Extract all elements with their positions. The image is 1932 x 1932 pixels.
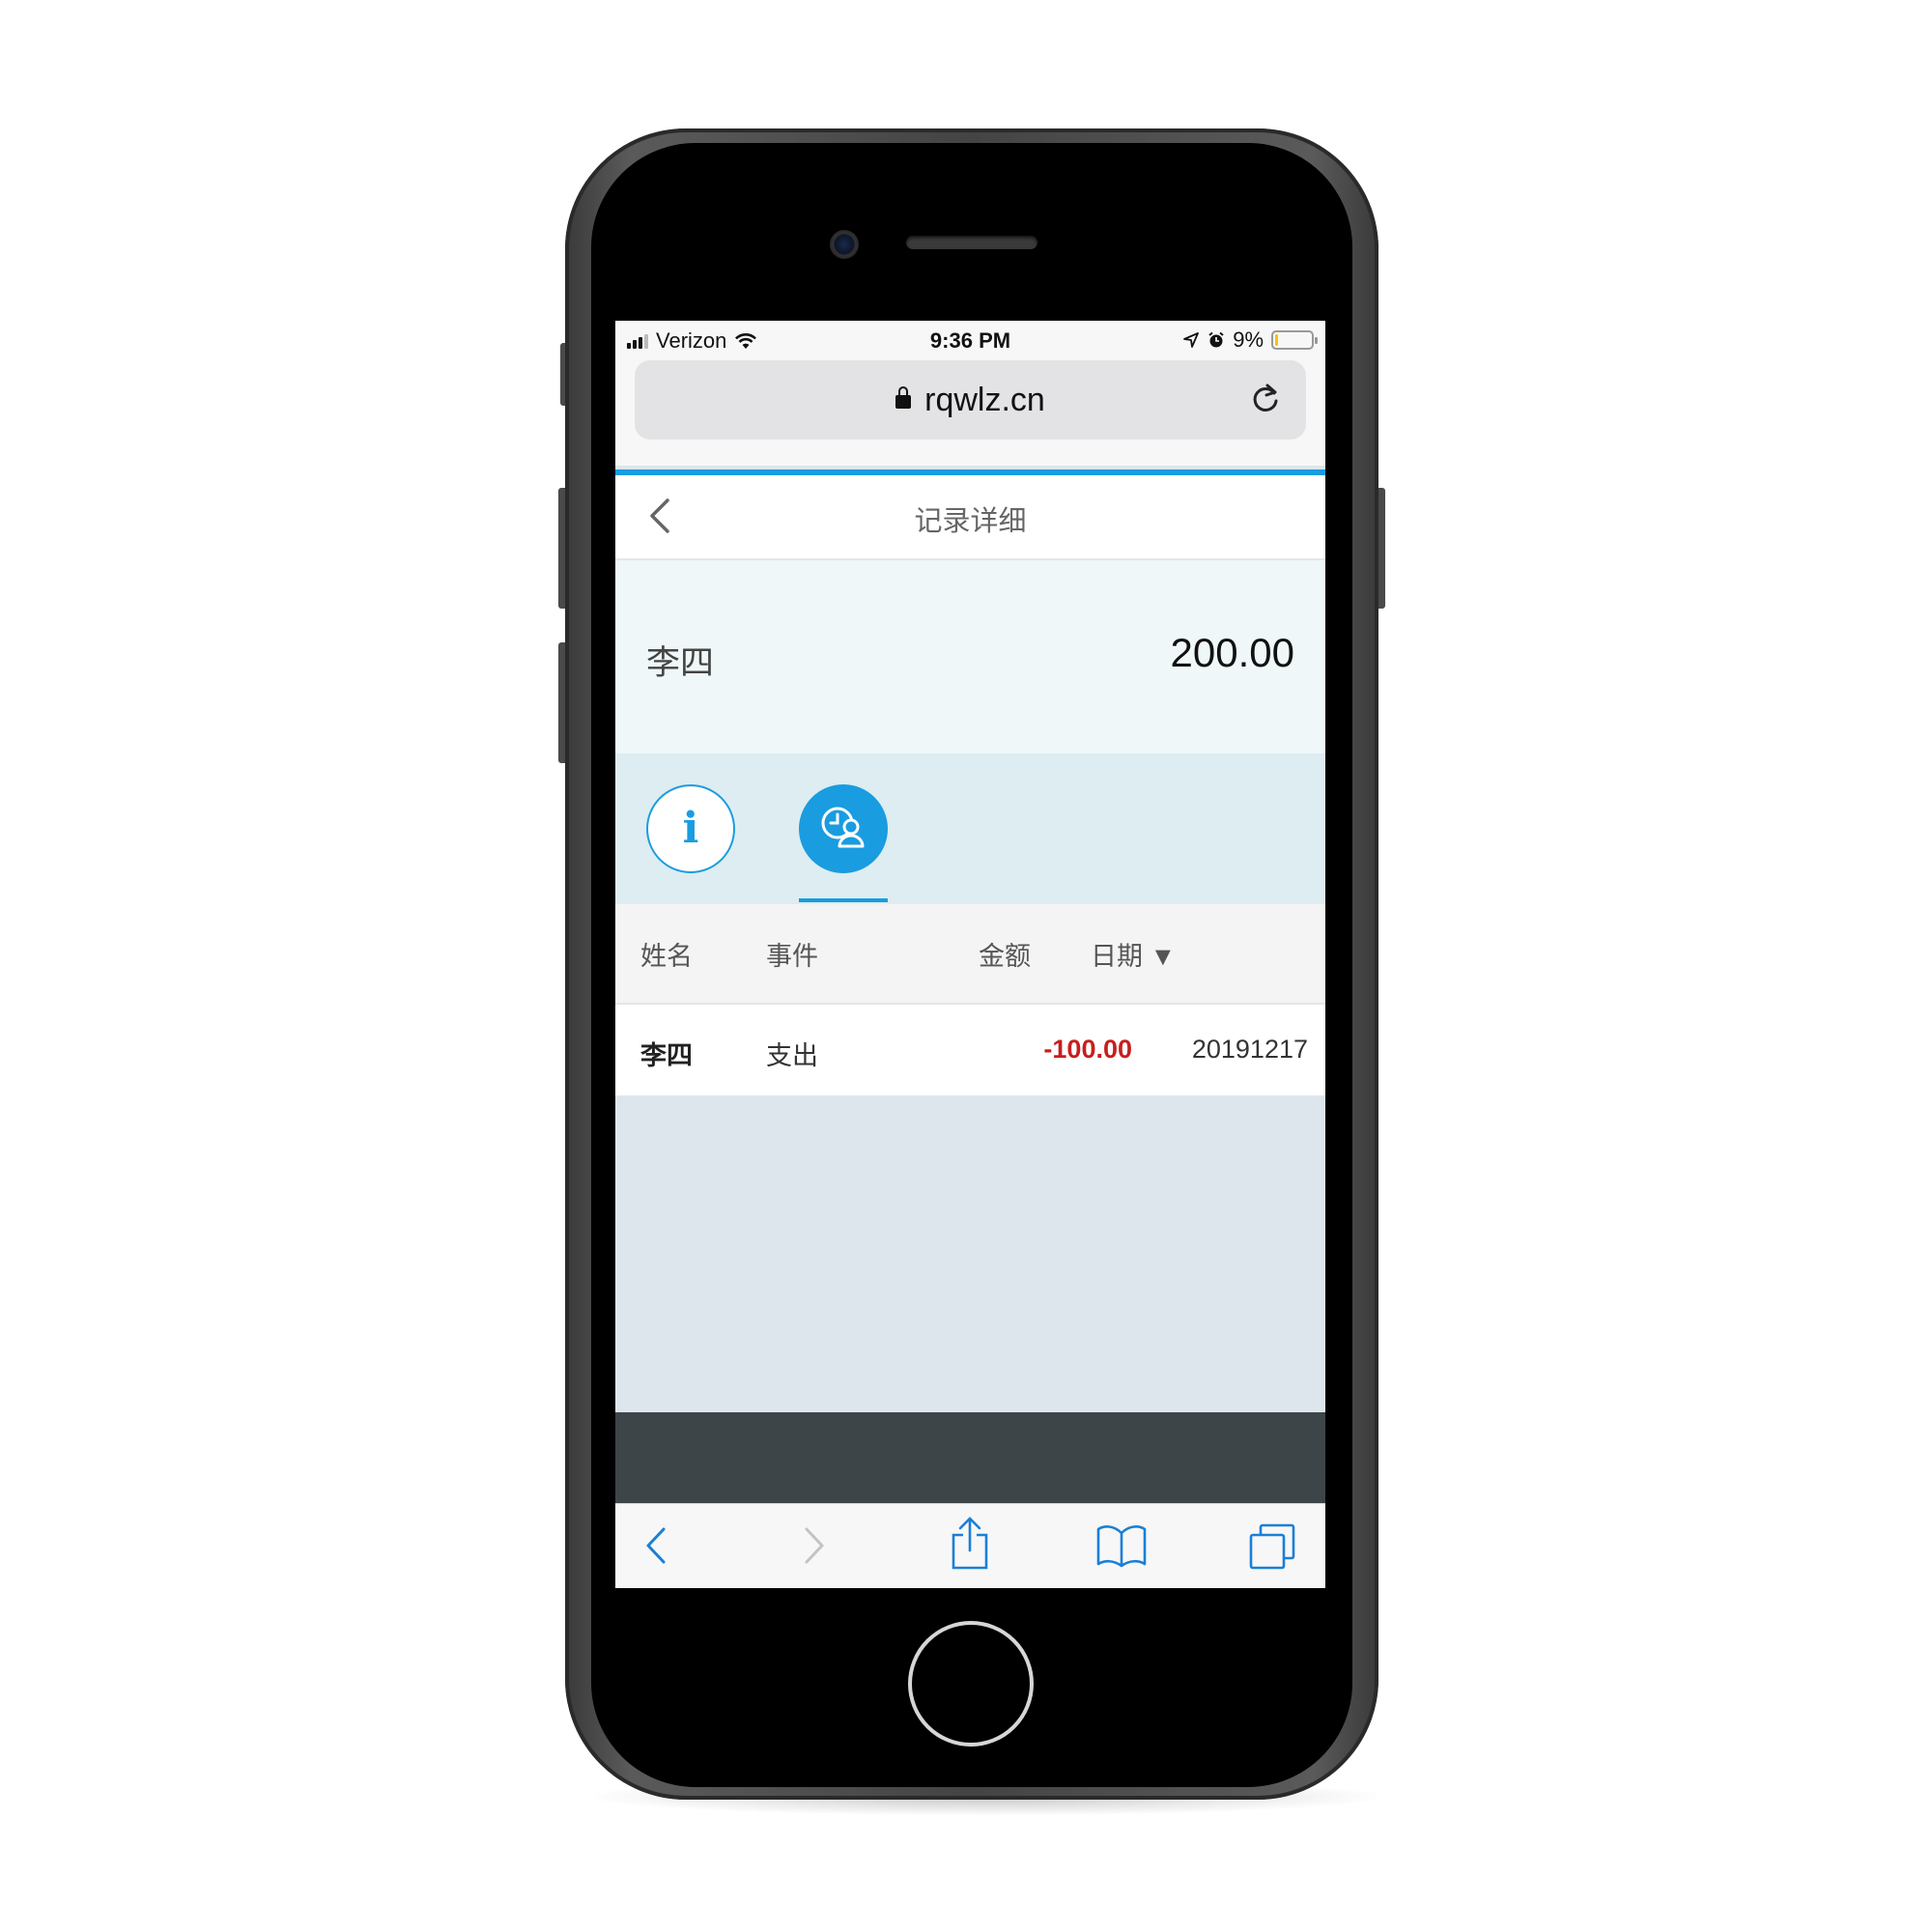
tab-history[interactable] — [799, 784, 888, 873]
lock-icon — [895, 386, 912, 409]
column-header-amount: 金额 — [979, 942, 1031, 971]
status-bar: Verizon 9:36 PM 9% — [615, 321, 1325, 359]
summary-amount: 200.00 — [1170, 630, 1294, 675]
browser-chrome: rqwlz.cn — [615, 359, 1325, 466]
table-row[interactable]: 李四 支出 -100.00 20191217 — [615, 1005, 1325, 1095]
active-tab-indicator — [799, 898, 888, 902]
page-title: 记录详细 — [914, 506, 1027, 537]
address-bar[interactable]: rqwlz.cn — [635, 360, 1306, 440]
summary-name: 李四 — [646, 644, 715, 682]
page-header: 记录详细 — [615, 475, 1325, 560]
column-header-event: 事件 — [766, 942, 818, 971]
alarm-icon — [1208, 331, 1224, 348]
battery-percent: 9% — [1233, 327, 1264, 352]
share-icon[interactable] — [948, 1516, 992, 1572]
screen: Verizon 9:36 PM 9% rqwlz.cn 记录详细 李四 200.… — [615, 321, 1325, 1588]
row-amount: -100.00 — [1043, 1035, 1132, 1064]
browser-forward-icon[interactable] — [799, 1521, 828, 1570]
battery-icon — [1271, 330, 1318, 350]
browser-back-icon[interactable] — [642, 1521, 671, 1570]
status-right: 9% — [1182, 327, 1318, 353]
earpiece-speaker — [906, 236, 1037, 249]
home-button[interactable] — [908, 1621, 1034, 1747]
page-footer-bar — [615, 1412, 1325, 1503]
table-header: 姓名 事件 金额 日期 ▼ — [615, 904, 1325, 1005]
row-name: 李四 — [640, 1041, 693, 1070]
bookmarks-icon[interactable] — [1094, 1521, 1149, 1570]
url-display[interactable]: rqwlz.cn — [635, 382, 1306, 419]
location-arrow-icon — [1183, 332, 1200, 348]
front-camera — [830, 230, 859, 259]
url-text: rqwlz.cn — [924, 382, 1045, 418]
info-icon: i — [682, 804, 699, 853]
tab-info[interactable]: i — [646, 784, 735, 873]
tab-strip: i — [615, 753, 1325, 904]
tabs-icon[interactable] — [1247, 1521, 1297, 1572]
history-person-icon — [821, 807, 865, 848]
row-event: 支出 — [766, 1041, 818, 1070]
row-date: 20191217 — [1191, 1035, 1308, 1064]
battery-fill — [1275, 334, 1279, 346]
browser-toolbar — [615, 1503, 1325, 1588]
column-header-date[interactable]: 日期 ▼ — [1091, 935, 1176, 973]
column-header-name: 姓名 — [640, 942, 693, 971]
reload-icon[interactable] — [1248, 382, 1283, 416]
summary-card: 李四 200.00 — [615, 560, 1325, 753]
